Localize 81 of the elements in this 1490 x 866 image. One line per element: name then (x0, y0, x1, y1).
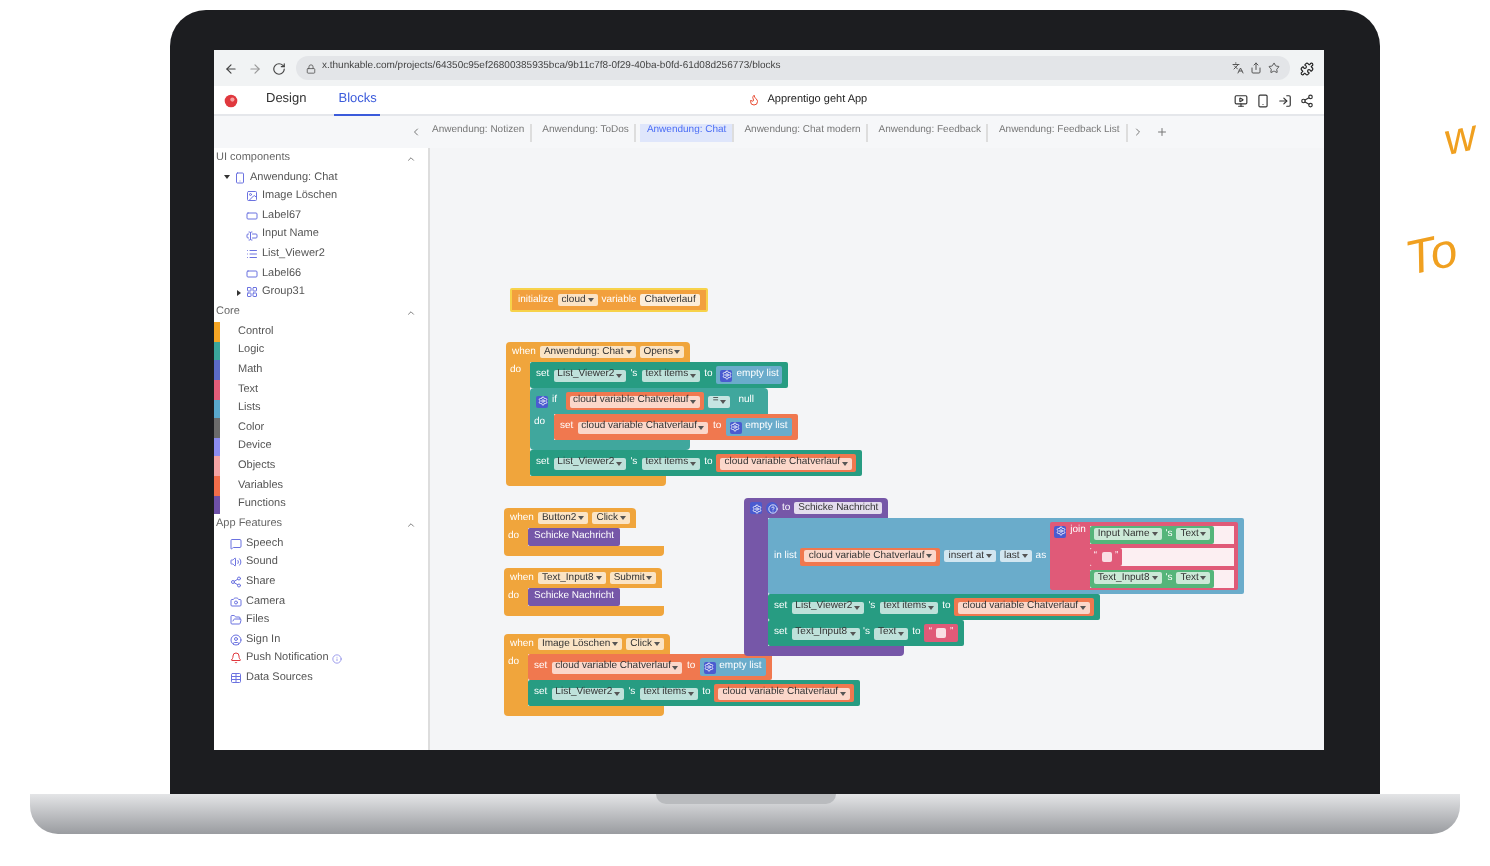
handwritten-note: w (1437, 107, 1483, 169)
extension-icon[interactable] (1300, 61, 1314, 75)
caret-icon (986, 554, 993, 558)
caret-icon (688, 691, 695, 695)
toggle-triangle-icon[interactable] (235, 289, 241, 296)
caret-icon (854, 605, 861, 609)
scroll-right-icon[interactable] (1131, 126, 1144, 138)
gear-icon[interactable] (536, 395, 548, 407)
input-icon (246, 229, 258, 242)
list-icon (246, 248, 258, 261)
caret-icon (625, 350, 632, 354)
caret-icon (690, 373, 697, 377)
flame-icon (747, 94, 760, 106)
caret-icon (720, 399, 727, 403)
caret-icon (587, 298, 594, 302)
lock-icon (306, 63, 316, 73)
preview-icon[interactable] (1234, 93, 1248, 107)
caret-icon (595, 576, 602, 580)
table-icon (230, 672, 242, 685)
speaker-icon (230, 556, 242, 569)
caret-icon (674, 350, 681, 354)
info-icon[interactable] (332, 653, 343, 664)
help-icon[interactable] (766, 502, 778, 514)
scroll-left-icon[interactable] (410, 126, 422, 138)
image-icon (246, 190, 258, 203)
caret-icon (898, 631, 905, 635)
caret-icon (849, 631, 856, 635)
collapse-chevron-icon[interactable] (406, 519, 416, 530)
bookmark-star-icon[interactable] (1268, 62, 1280, 74)
translate-icon[interactable] (1232, 62, 1244, 74)
caret-icon (1200, 532, 1207, 536)
gear-icon[interactable] (750, 502, 762, 514)
caret-icon (1080, 605, 1087, 609)
caret-icon (690, 399, 697, 403)
caret-icon (614, 691, 621, 695)
import-icon[interactable] (1278, 93, 1292, 107)
back-icon[interactable] (224, 61, 238, 75)
collapse-chevron-icon[interactable] (406, 307, 416, 318)
gear-icon[interactable] (720, 369, 733, 381)
speech-bubble-icon (230, 537, 242, 550)
phone-icon[interactable] (1256, 93, 1270, 107)
handwritten-note: To (1399, 221, 1465, 291)
block-spine (744, 518, 768, 646)
gear-icon[interactable] (729, 421, 742, 433)
bell-icon (230, 652, 242, 665)
gear-icon[interactable] (1054, 525, 1067, 537)
caret-icon (926, 554, 933, 558)
caret-icon (1200, 576, 1207, 580)
user-icon (230, 633, 242, 646)
label-icon (246, 267, 258, 280)
logo-icon (224, 93, 238, 107)
caret-icon (1151, 576, 1158, 580)
share-icon (230, 576, 242, 589)
caret-icon (620, 516, 627, 520)
caret-icon (928, 605, 935, 609)
caret-icon (1151, 532, 1158, 536)
caret-icon (612, 642, 619, 646)
caret-icon (616, 373, 623, 377)
caret-icon (1021, 554, 1028, 558)
caret-icon (840, 691, 847, 695)
reload-icon[interactable] (272, 61, 286, 75)
share-icon[interactable] (1250, 62, 1262, 74)
caret-icon (698, 425, 705, 429)
gear-icon[interactable] (703, 661, 716, 673)
caret-icon (654, 642, 660, 646)
caret-icon (578, 516, 585, 520)
caret-icon (616, 461, 623, 465)
caret-icon (672, 665, 679, 669)
camera-icon (230, 595, 242, 608)
grid-icon (246, 286, 258, 299)
add-icon[interactable] (1155, 126, 1168, 138)
phone-icon (234, 171, 246, 184)
folder-icon (230, 614, 242, 627)
caret-icon (842, 461, 849, 465)
share-icon[interactable] (1300, 93, 1314, 107)
caret-icon (646, 576, 653, 580)
collapse-chevron-icon[interactable] (406, 153, 416, 163)
label-icon (246, 209, 258, 222)
forward-icon[interactable] (248, 61, 262, 75)
caret-icon (690, 461, 697, 465)
toggle-triangle-icon[interactable] (223, 174, 229, 181)
